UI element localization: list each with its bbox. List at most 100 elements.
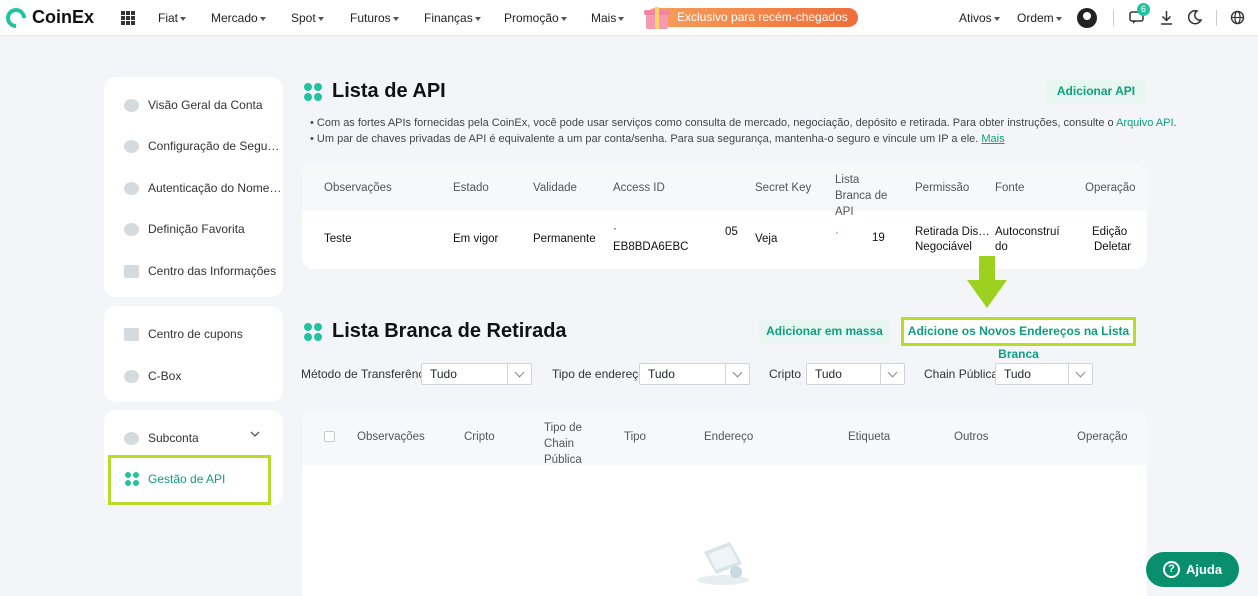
shield-icon (124, 139, 139, 153)
sidebar-item-autenticacao[interactable]: Autenticação do Nome… (124, 181, 281, 195)
nav-ativos[interactable]: Ativos (959, 11, 1000, 25)
api-icon (125, 472, 139, 486)
filter-label-metodo: Método de Transferência (301, 367, 434, 381)
col-observacoes: Observações (357, 431, 425, 443)
chevron-down-icon[interactable] (250, 430, 260, 438)
filter-metodo-select[interactable]: Tudo (421, 363, 532, 385)
chevron-down-icon (180, 16, 187, 21)
col-estado: Estado (453, 182, 489, 194)
cell-fonte-1: Autoconstruí (995, 226, 1060, 238)
view-secret-link[interactable]: Veja (755, 232, 777, 247)
sidebar-item-informacoes[interactable]: Centro das Informações (124, 264, 276, 278)
col-operacao: Operação (1077, 431, 1128, 443)
avatar[interactable] (1077, 8, 1097, 28)
col-etiqueta: Etiqueta (848, 431, 891, 443)
coupon-icon (124, 327, 139, 341)
filter-label-tipo-endereco: Tipo de endereço (552, 367, 645, 381)
nav-ordem[interactable]: Ordem (1017, 11, 1062, 25)
pie-chart-icon (124, 98, 139, 112)
sidebar-item-seguranca[interactable]: Configuração de Segu… (124, 139, 279, 153)
sidebar-item-gestao-api[interactable]: Gestão de API (108, 455, 271, 505)
col-validade: Validade (533, 182, 577, 194)
nav-financas[interactable]: Finanças (424, 11, 481, 25)
section-title-whitelist: Lista Branca de Retirada (304, 320, 567, 343)
sidebar-item-cupons[interactable]: Centro de cupons (124, 327, 243, 341)
chevron-down-icon (993, 16, 1000, 21)
arrow-down-icon (967, 256, 1007, 308)
col-permissao: Permissão (915, 182, 970, 194)
nav-mais[interactable]: Mais (591, 11, 625, 25)
sidebar-item-subconta[interactable]: Subconta (124, 431, 199, 445)
col-observacoes: Observações (324, 182, 392, 194)
sidebar-item-cbox[interactable]: C-Box (124, 369, 181, 383)
api-note-1: • Com as fortes APIs fornecidas pela Coi… (310, 117, 1177, 129)
cell-whitelist-count: 19 (872, 232, 885, 244)
notification-badge: 6 (1137, 3, 1150, 16)
promo-banner[interactable]: Exclusivo para recém-chegados (646, 8, 858, 27)
nav-spot[interactable]: Spot (291, 11, 324, 25)
message-center-icon (124, 264, 139, 278)
edit-api-link[interactable]: Edição (1092, 225, 1127, 240)
coinex-logo[interactable]: CoinEx (1, 3, 95, 32)
cell-permissao-2: Negociável (915, 241, 972, 253)
api-docs-link[interactable]: Arquivo API (1116, 117, 1173, 129)
select-all-checkbox[interactable] (324, 431, 335, 442)
sidebar-card-account: Visão Geral da Conta Configuração de Seg… (104, 77, 283, 297)
whitelist-logo-icon (304, 322, 322, 341)
filter-chain-select[interactable]: Tudo (995, 363, 1093, 385)
chevron-down-icon (560, 16, 567, 21)
divider (1216, 10, 1217, 26)
chevron-down-icon (725, 364, 749, 384)
whitelist-table: Observações Cripto Tipo de Chain Pública… (302, 411, 1147, 596)
gift-icon (644, 2, 670, 30)
chevron-down-icon (1055, 16, 1062, 21)
sidebar-item-favorita[interactable]: Definição Favorita (124, 222, 245, 236)
box-icon (124, 369, 139, 383)
cell-fonte-2: do (995, 241, 1008, 253)
cell-whitelist-dot: · (835, 227, 839, 239)
filter-tipo-endereco-select[interactable]: Tudo (639, 363, 750, 385)
col-fonte: Fonte (995, 182, 1025, 194)
delete-api-link[interactable]: Deletar (1094, 240, 1131, 255)
more-link[interactable]: Mais (981, 133, 1004, 145)
chevron-down-icon (880, 364, 904, 384)
add-whitelist-address-button[interactable]: Adicione os Novos Endereços na Lista Bra… (901, 317, 1136, 361)
nav-mercado[interactable]: Mercado (211, 11, 266, 25)
add-api-button[interactable]: Adicionar API (1046, 80, 1146, 103)
help-button[interactable]: ? Ajuda (1146, 552, 1239, 587)
cell-observacoes: Teste (324, 233, 352, 245)
cell-access-dot: · (613, 223, 617, 235)
col-endereco: Endereço (704, 431, 754, 443)
chevron-down-icon (507, 364, 531, 384)
chevron-down-icon (259, 16, 266, 21)
cell-access-suffix: 05 (725, 226, 738, 238)
bulk-add-button[interactable]: Adicionar em massa (759, 320, 890, 343)
apps-grid-icon[interactable] (121, 11, 135, 25)
chevron-down-icon (392, 16, 399, 21)
download-icon[interactable] (1160, 10, 1173, 25)
sidebar-item-visao-geral[interactable]: Visão Geral da Conta (124, 98, 263, 112)
nav-futuros[interactable]: Futuros (350, 11, 399, 25)
sidebar-item-label: Gestão de API (148, 472, 226, 486)
id-verify-icon (124, 181, 139, 195)
brand-name: CoinEx (32, 7, 95, 27)
top-navigation-bar: CoinEx Fiat Mercado Spot Futuros Finança… (0, 0, 1258, 36)
filter-label-chain: Chain Pública (924, 367, 999, 381)
chevron-down-icon (317, 16, 324, 21)
col-lista-branca: Lista Branca de API (835, 174, 888, 218)
dark-mode-icon[interactable] (1188, 10, 1202, 25)
nav-promocao[interactable]: Promoção (504, 11, 567, 25)
nav-fiat[interactable]: Fiat (158, 11, 187, 25)
settings-icon (124, 222, 139, 236)
col-secret-key: Secret Key (755, 182, 812, 194)
coinex-logo-icon (1, 3, 31, 32)
chevron-down-icon (618, 16, 625, 21)
cell-access-id: EB8BDA6EBC (613, 241, 689, 253)
globe-icon[interactable] (1230, 10, 1245, 25)
filter-cripto-select[interactable]: Tudo (806, 363, 905, 385)
chevron-down-icon (474, 16, 481, 21)
cell-validade: Permanente (533, 233, 596, 245)
cell-permissao-1: Retirada Dis… (915, 226, 990, 238)
col-operacao: Operação (1085, 182, 1136, 194)
api-note-2: • Um par de chaves privadas de API é equ… (310, 133, 1005, 145)
